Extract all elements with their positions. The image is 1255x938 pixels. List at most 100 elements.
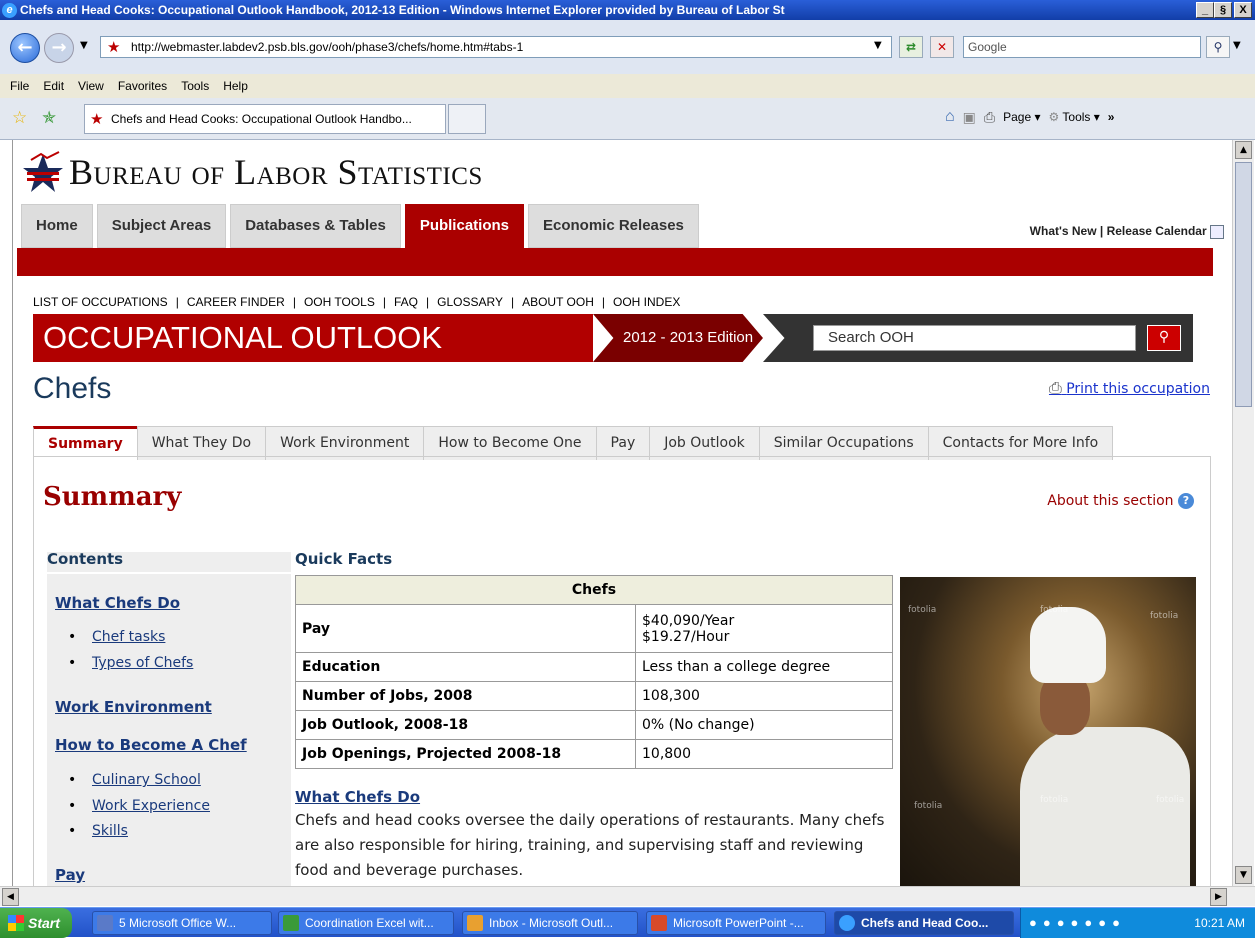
- vertical-scrollbar[interactable]: ▲ ▼: [1232, 140, 1254, 886]
- print-icon[interactable]: ⎙: [984, 109, 995, 126]
- scroll-right-icon[interactable]: ▶: [1210, 888, 1227, 906]
- history-dropdown-icon[interactable]: ▼: [80, 40, 88, 51]
- nav-economic-releases[interactable]: Economic Releases: [528, 204, 699, 248]
- ooh-title[interactable]: OCCUPATIONAL OUTLOOK HANDBOOK: [33, 314, 593, 403]
- what-chefs-do-link[interactable]: What Chefs Do: [295, 788, 420, 806]
- fact-value: $40,090/Year $19.27/Hour: [635, 604, 893, 653]
- menu-edit[interactable]: Edit: [43, 79, 64, 93]
- taskbar-item-label: Coordination Excel wit...: [305, 916, 434, 930]
- toc-how-to-become[interactable]: How to Become A Chef: [55, 736, 247, 754]
- search-icon[interactable]: ⚲: [1206, 36, 1230, 58]
- ooh-link-career-finder[interactable]: CAREER FINDER: [187, 295, 285, 309]
- tab-job-outlook[interactable]: Job Outlook: [649, 426, 760, 460]
- table-row: Education Less than a college degree: [295, 652, 893, 682]
- toc-skills[interactable]: Skills: [68, 823, 128, 839]
- fact-label: Job Outlook, 2008-18: [295, 710, 636, 740]
- ooh-search-input[interactable]: Search OOH: [813, 325, 1136, 351]
- ooh-link-separator: |: [426, 295, 430, 309]
- nav-subject-areas[interactable]: Subject Areas: [96, 204, 227, 248]
- help-icon: ?: [1178, 493, 1194, 509]
- add-favorite-icon[interactable]: ✯: [42, 108, 56, 128]
- taskbar-item-outlook[interactable]: Inbox - Microsoft Outl...: [462, 911, 638, 935]
- ooh-link-glossary[interactable]: GLOSSARY: [437, 295, 503, 309]
- toc-pay[interactable]: Pay: [55, 866, 85, 884]
- chevron-more-icon[interactable]: »: [1108, 110, 1115, 124]
- fact-label: Education: [295, 652, 636, 682]
- printer-icon: ⎙: [1048, 378, 1062, 397]
- address-input[interactable]: http://webmaster.labdev2.psb.bls.gov/ooh…: [100, 36, 892, 58]
- menu-file[interactable]: File: [10, 79, 29, 93]
- minimize-button[interactable]: _: [1196, 2, 1214, 18]
- ooh-link-faq[interactable]: FAQ: [394, 295, 418, 309]
- taskbar-item-excel[interactable]: Coordination Excel wit...: [278, 911, 454, 935]
- browser-tab[interactable]: Chefs and Head Cooks: Occupational Outlo…: [84, 104, 446, 134]
- nav-publications[interactable]: Publications: [404, 204, 524, 248]
- photo-watermark: fotolia: [1040, 795, 1069, 805]
- whats-new-link[interactable]: What's New: [1030, 224, 1097, 238]
- toc-types-of-chefs[interactable]: Types of Chefs: [68, 655, 193, 671]
- taskbar-item-word[interactable]: 5 Microsoft Office W...: [92, 911, 272, 935]
- taskbar-item-powerpoint[interactable]: Microsoft PowerPoint -...: [646, 911, 826, 935]
- bls-logo[interactable]: Bureau of Labor Statistics: [23, 150, 483, 194]
- toc-work-experience[interactable]: Work Experience: [68, 798, 210, 814]
- tools-menu[interactable]: ⚙ Tools ▾: [1049, 110, 1100, 124]
- release-calendar-link[interactable]: Release Calendar: [1107, 224, 1207, 238]
- ooh-link-ooh-tools[interactable]: OOH TOOLS: [304, 295, 375, 309]
- nav-databases-tables[interactable]: Databases & Tables: [230, 204, 401, 248]
- favorites-star-icon[interactable]: ☆: [12, 108, 27, 128]
- browser-search-input[interactable]: Google: [963, 36, 1201, 58]
- tab-what-they-do[interactable]: What They Do: [136, 426, 267, 460]
- menu-view[interactable]: View: [78, 79, 104, 93]
- toc-culinary-school[interactable]: Culinary School: [68, 772, 201, 788]
- fact-value: 10,800: [635, 739, 893, 769]
- fact-label: Job Openings, Projected 2008-18: [295, 739, 636, 769]
- taskbar-item-label: Inbox - Microsoft Outl...: [489, 916, 614, 930]
- ooh-link-separator: |: [510, 295, 515, 309]
- menu-tools[interactable]: Tools: [181, 79, 209, 93]
- toc-chef-tasks[interactable]: Chef tasks: [68, 629, 166, 645]
- ooh-link-about-ooh[interactable]: ABOUT OOH: [522, 295, 594, 309]
- new-tab-button[interactable]: [448, 104, 486, 134]
- feeds-icon[interactable]: ▣: [963, 109, 976, 126]
- tab-similar-occupations[interactable]: Similar Occupations: [758, 426, 929, 460]
- about-section-link[interactable]: About this section ?: [1047, 493, 1194, 509]
- maximize-button[interactable]: §: [1214, 2, 1232, 18]
- tab-contacts[interactable]: Contacts for More Info: [927, 426, 1114, 460]
- toc-work-environment[interactable]: Work Environment: [55, 698, 212, 716]
- close-window-button[interactable]: X: [1234, 2, 1252, 18]
- clock: 10:21 AM: [1194, 916, 1245, 930]
- menu-favorites[interactable]: Favorites: [118, 79, 167, 93]
- back-icon[interactable]: ←: [10, 33, 40, 63]
- forward-icon[interactable]: →: [44, 33, 74, 63]
- home-icon[interactable]: ⌂: [945, 108, 955, 126]
- scroll-left-icon[interactable]: ◀: [2, 888, 19, 906]
- tab-work-environment[interactable]: Work Environment: [265, 426, 425, 460]
- horizontal-scrollbar[interactable]: ◀ ▶: [0, 886, 1255, 906]
- refresh-icon[interactable]: ⇄: [899, 36, 923, 58]
- scrollbar-thumb[interactable]: [1235, 162, 1252, 407]
- tray-icons[interactable]: ●●●●●●●: [1029, 915, 1126, 930]
- toc-what-chefs-do[interactable]: What Chefs Do: [55, 594, 180, 612]
- start-button[interactable]: Start: [0, 908, 72, 938]
- ooh-link-ooh-index[interactable]: OOH INDEX: [613, 295, 680, 309]
- menu-help[interactable]: Help: [223, 79, 248, 93]
- scroll-down-icon[interactable]: ▼: [1235, 866, 1252, 884]
- tab-pay[interactable]: Pay: [595, 426, 651, 460]
- nav-home[interactable]: Home: [21, 204, 93, 248]
- ooh-link-separator: |: [382, 295, 386, 309]
- quick-facts-table: Chefs Pay $40,090/Year $19.27/Hour Educat…: [295, 575, 893, 769]
- stop-icon[interactable]: ✕: [930, 36, 954, 58]
- ooh-link-list-of-occupations[interactable]: LIST OF OCCUPATIONS: [33, 295, 168, 309]
- page-menu[interactable]: Page ▾: [1003, 110, 1040, 124]
- print-occupation-link[interactable]: ⎙ Print this occupation: [1049, 378, 1210, 398]
- tab-title: Chefs and Head Cooks: Occupational Outlo…: [111, 112, 412, 126]
- ooh-search-button[interactable]: ⚲: [1147, 325, 1181, 351]
- address-dropdown-icon[interactable]: ▼: [874, 40, 882, 51]
- scroll-up-icon[interactable]: ▲: [1235, 141, 1252, 159]
- window-titlebar: e Chefs and Head Cooks: Occupational Out…: [0, 0, 1255, 20]
- tab-how-to-become-one[interactable]: How to Become One: [423, 426, 597, 460]
- taskbar-item-ie[interactable]: Chefs and Head Coo...: [834, 911, 1014, 935]
- ie-icon: [839, 915, 855, 931]
- tab-summary[interactable]: Summary: [33, 426, 138, 460]
- search-dropdown-icon[interactable]: ▼: [1233, 40, 1241, 51]
